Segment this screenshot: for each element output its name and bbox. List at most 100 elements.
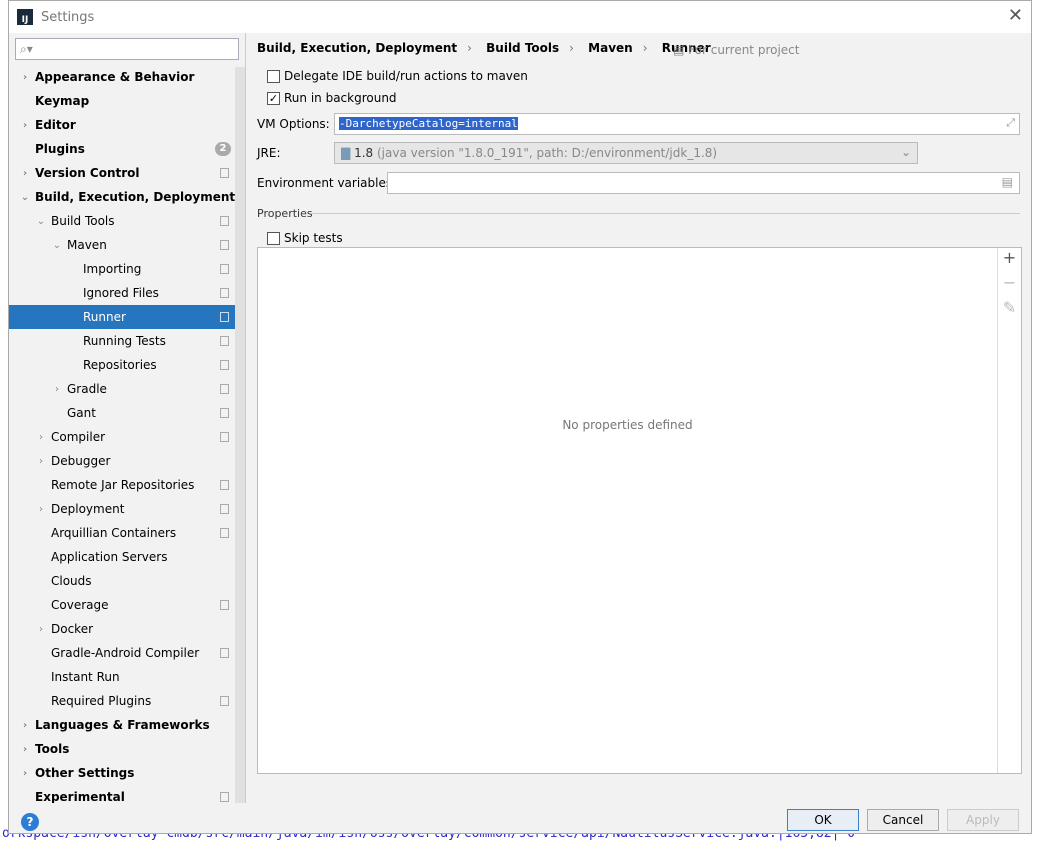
sidebar-item-gant[interactable]: Gant bbox=[9, 401, 245, 425]
sidebar-item-version-control[interactable]: › Version Control bbox=[9, 161, 245, 185]
chevron-right-icon[interactable]: › bbox=[19, 768, 31, 779]
project-scope-icon bbox=[220, 432, 229, 442]
jre-select[interactable]: ▇ 1.8 (java version "1.8.0_191", path: D… bbox=[334, 142, 918, 164]
title-bar: IJ Settings ✕ bbox=[9, 1, 1031, 33]
remove-icon[interactable]: − bbox=[998, 273, 1021, 298]
help-icon[interactable]: ? bbox=[21, 813, 39, 831]
sidebar-item-keymap[interactable]: Keymap bbox=[9, 89, 245, 113]
checkbox-box[interactable] bbox=[267, 69, 280, 83]
sidebar-item-label: Gradle-Android Compiler bbox=[51, 646, 200, 660]
sidebar-item-label: Keymap bbox=[35, 94, 90, 108]
skip-tests-label: Skip tests bbox=[284, 231, 343, 245]
close-icon[interactable]: ✕ bbox=[1008, 5, 1023, 26]
chevron-right-icon[interactable]: › bbox=[19, 120, 31, 131]
search-input[interactable]: ⌕▾ bbox=[15, 38, 239, 60]
chevron-right-icon[interactable]: › bbox=[35, 504, 47, 515]
sidebar-item-other-settings[interactable]: › Other Settings bbox=[9, 761, 245, 785]
sidebar-item-instant-run[interactable]: Instant Run bbox=[9, 665, 245, 689]
project-scope-icon bbox=[220, 600, 229, 610]
breadcrumb: Build, Execution, Deployment › Build Tool… bbox=[257, 41, 711, 55]
sidebar-item-application-servers[interactable]: Application Servers bbox=[9, 545, 245, 569]
edit-list-icon[interactable]: ▤ bbox=[1002, 175, 1013, 189]
project-scope-icon bbox=[220, 504, 229, 514]
chevron-right-icon[interactable]: › bbox=[35, 624, 47, 635]
sidebar-item-remote-jar-repositories[interactable]: Remote Jar Repositories bbox=[9, 473, 245, 497]
chevron-right-icon[interactable]: › bbox=[19, 168, 31, 179]
checkbox-box-checked[interactable]: ✓ bbox=[267, 91, 280, 105]
chevron-right-icon[interactable]: › bbox=[35, 456, 47, 467]
sidebar-item-clouds[interactable]: Clouds bbox=[9, 569, 245, 593]
chevron-right-icon[interactable]: › bbox=[19, 744, 31, 755]
sidebar-item-compiler[interactable]: › Compiler bbox=[9, 425, 245, 449]
sidebar-item-build-execution-deployment[interactable]: ⌄ Build, Execution, Deployment bbox=[9, 185, 245, 209]
sidebar-item-label: Tools bbox=[35, 742, 70, 756]
env-variables-label: Environment variables: bbox=[257, 176, 397, 190]
sidebar-item-experimental[interactable]: Experimental bbox=[9, 785, 245, 803]
dialog-footer: ? OK Cancel Apply bbox=[9, 803, 1031, 835]
run-in-background-checkbox[interactable]: ✓ Run in background bbox=[267, 91, 397, 105]
sidebar-item-deployment[interactable]: › Deployment bbox=[9, 497, 245, 521]
sidebar-item-label: Required Plugins bbox=[51, 694, 152, 708]
sidebar-item-editor[interactable]: › Editor bbox=[9, 113, 245, 137]
chevron-down-icon[interactable]: ⌄ bbox=[35, 216, 47, 227]
chevron-down-icon: ⌄ bbox=[900, 145, 911, 159]
checkbox-box[interactable] bbox=[267, 231, 280, 245]
project-scope-icon bbox=[220, 264, 229, 274]
chevron-down-icon[interactable]: ⌄ bbox=[19, 192, 31, 203]
sidebar-item-label: Docker bbox=[51, 622, 94, 636]
runner-settings-panel: Build, Execution, Deployment › Build Tool… bbox=[257, 33, 1027, 803]
sidebar-item-repositories[interactable]: Repositories bbox=[9, 353, 245, 377]
edit-icon[interactable]: ✎ bbox=[998, 298, 1021, 323]
sidebar-scrollbar[interactable] bbox=[235, 67, 245, 803]
settings-dialog: IJ Settings ✕ ⌕▾ › Appearance & Behavior K… bbox=[8, 0, 1032, 834]
sidebar-item-arquillian-containers[interactable]: Arquillian Containers bbox=[9, 521, 245, 545]
sidebar-item-label: Debugger bbox=[51, 454, 111, 468]
apply-button[interactable]: Apply bbox=[947, 809, 1019, 831]
project-scope-icon bbox=[220, 648, 229, 658]
sidebar-item-debugger[interactable]: › Debugger bbox=[9, 449, 245, 473]
sidebar-item-gradle-android-compiler[interactable]: Gradle-Android Compiler bbox=[9, 641, 245, 665]
chevron-right-icon[interactable]: › bbox=[35, 432, 47, 443]
vm-options-input[interactable]: -DarchetypeCatalog=internal ⤢ bbox=[334, 113, 1020, 135]
sidebar-item-label: Application Servers bbox=[51, 550, 168, 564]
sidebar-item-label: Ignored Files bbox=[83, 286, 159, 300]
sidebar-item-docker[interactable]: › Docker bbox=[9, 617, 245, 641]
sidebar-item-importing[interactable]: Importing bbox=[9, 257, 245, 281]
delegate-checkbox[interactable]: Delegate IDE build/run actions to maven bbox=[267, 69, 528, 83]
sidebar-item-coverage[interactable]: Coverage bbox=[9, 593, 245, 617]
sidebar-item-running-tests[interactable]: Running Tests bbox=[9, 329, 245, 353]
settings-tree: › Appearance & Behavior Keymap › Editor Plugi… bbox=[9, 65, 245, 803]
sidebar-item-appearance-behavior[interactable]: › Appearance & Behavior bbox=[9, 65, 245, 89]
sidebar-item-label: Gradle bbox=[67, 382, 107, 396]
project-scope-icon bbox=[220, 792, 229, 802]
sidebar-item-label: Deployment bbox=[51, 502, 125, 516]
sidebar-item-maven[interactable]: ⌄ Maven bbox=[9, 233, 245, 257]
sidebar-item-ignored-files[interactable]: Ignored Files bbox=[9, 281, 245, 305]
sidebar-item-plugins[interactable]: Plugins 2 bbox=[9, 137, 245, 161]
sidebar-item-label: Experimental bbox=[35, 790, 125, 803]
expand-icon[interactable]: ⤢ bbox=[1006, 116, 1015, 130]
sidebar-item-build-tools[interactable]: ⌄ Build Tools bbox=[9, 209, 245, 233]
sidebar-item-label: Running Tests bbox=[83, 334, 166, 348]
sidebar-item-tools[interactable]: › Tools bbox=[9, 737, 245, 761]
skip-tests-checkbox[interactable]: Skip tests bbox=[267, 231, 343, 245]
splitter[interactable] bbox=[245, 33, 246, 803]
chevron-right-icon[interactable]: › bbox=[19, 72, 31, 83]
add-icon[interactable]: + bbox=[998, 248, 1021, 273]
sidebar-item-label: Coverage bbox=[51, 598, 109, 612]
chevron-right-icon[interactable]: › bbox=[19, 720, 31, 731]
cancel-button[interactable]: Cancel bbox=[867, 809, 939, 831]
project-scope-icon bbox=[220, 528, 229, 538]
env-variables-input[interactable]: ▤ bbox=[387, 172, 1020, 194]
sidebar-item-label: Compiler bbox=[51, 430, 106, 444]
sidebar-item-gradle[interactable]: › Gradle bbox=[9, 377, 245, 401]
chevron-right-icon[interactable]: › bbox=[51, 384, 63, 395]
divider bbox=[311, 213, 1020, 214]
ok-button[interactable]: OK bbox=[787, 809, 859, 831]
sidebar-item-languages-frameworks[interactable]: › Languages & Frameworks bbox=[9, 713, 245, 737]
sidebar-item-required-plugins[interactable]: Required Plugins bbox=[9, 689, 245, 713]
chevron-down-icon[interactable]: ⌄ bbox=[51, 240, 63, 251]
sidebar-item-label: Runner bbox=[83, 310, 126, 324]
sidebar-item-runner[interactable]: Runner bbox=[9, 305, 245, 329]
intellij-logo-icon: IJ bbox=[17, 9, 33, 25]
